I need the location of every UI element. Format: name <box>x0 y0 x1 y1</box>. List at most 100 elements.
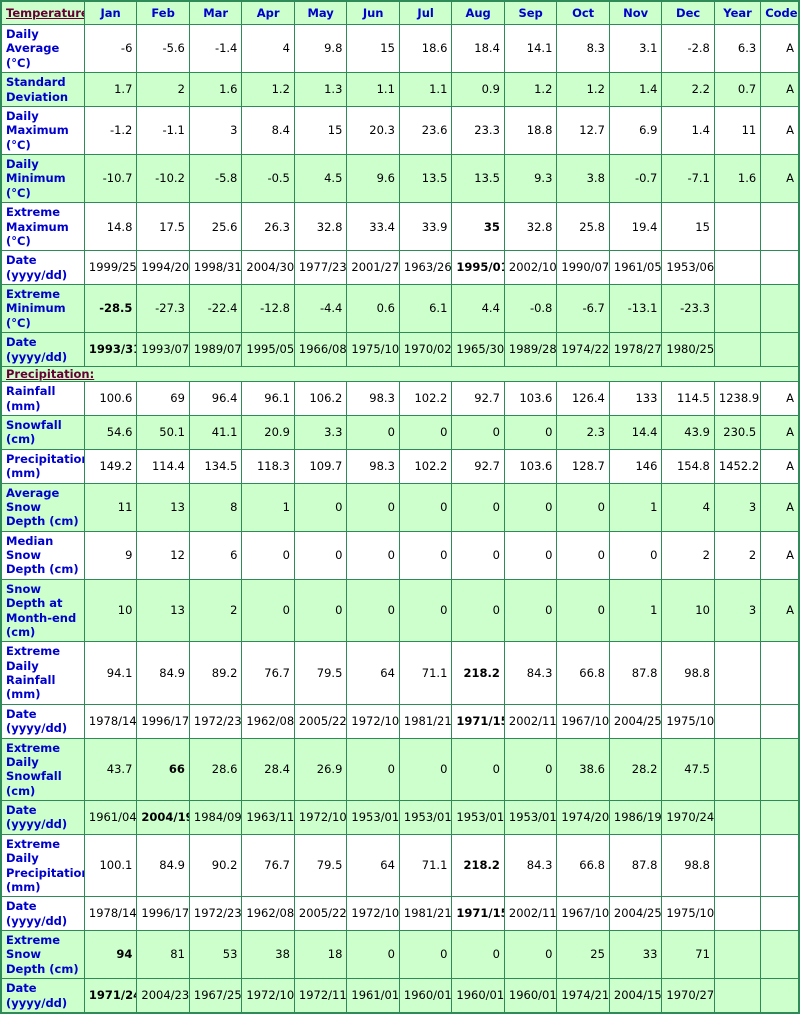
data-cell: 1963/11+ <box>241 800 295 835</box>
data-cell: 1994/20 <box>136 250 190 285</box>
data-cell: 2002/11 <box>503 703 558 739</box>
data-cell: 1.7 <box>83 72 138 107</box>
data-cell: -23.3 <box>661 283 715 334</box>
row-label: Extreme Daily Rainfall (mm) <box>0 641 85 705</box>
data-cell: -22.4 <box>188 283 243 334</box>
data-cell: 1.4 <box>661 105 715 156</box>
data-cell: 0 <box>293 482 348 532</box>
data-cell: 84.9 <box>136 641 190 705</box>
data-cell: 33 <box>608 929 663 980</box>
table-row: Extreme Snow Depth (cm) 94 81 53 38 18 0 0 0 0 25 3… <box>0 929 800 980</box>
data-cell-code <box>760 978 800 1014</box>
data-cell <box>713 641 762 705</box>
data-cell: 4.4 <box>451 283 505 334</box>
table-row: Extreme Daily Snowfall (cm) 43.7 66 28.6 28.… <box>0 737 800 801</box>
data-cell: 84.3 <box>503 641 558 705</box>
data-cell: -0.8 <box>503 283 558 334</box>
data-cell: 0.6 <box>346 283 400 334</box>
data-cell: 0 <box>293 530 348 580</box>
data-cell: 1996/17 <box>136 703 190 739</box>
data-cell: 28.6 <box>188 737 243 801</box>
data-cell: 1978/14 <box>83 703 138 739</box>
data-cell: 32.8 <box>503 202 558 252</box>
table-row: Extreme Daily Precipitation (mm) 100.1 84.… <box>0 833 800 898</box>
data-cell: 66 <box>136 737 190 801</box>
data-cell: 25.8 <box>556 202 610 252</box>
data-cell: 0 <box>293 578 348 643</box>
data-cell: 1.2 <box>241 72 295 107</box>
data-cell: 2004/25 <box>608 703 663 739</box>
data-cell: 0 <box>503 482 558 532</box>
data-cell-code: A <box>760 415 800 450</box>
data-cell: -10.2 <box>136 153 190 204</box>
data-cell-code <box>760 703 800 739</box>
data-cell: 11 <box>713 105 762 156</box>
data-cell: 1993/07 <box>136 332 190 367</box>
data-cell: -13.1 <box>608 283 663 334</box>
data-cell: 1972/23 <box>188 896 243 931</box>
data-cell: 1970/24 <box>661 800 715 835</box>
data-cell: 106.2 <box>293 381 348 416</box>
data-cell: 38.6 <box>556 737 610 801</box>
row-label: Standard Deviation <box>0 72 85 107</box>
data-cell: 9.3 <box>503 153 558 204</box>
data-cell: 64 <box>346 833 400 898</box>
data-cell: 0 <box>398 929 453 980</box>
data-cell: -1.1 <box>136 105 190 156</box>
data-cell: 1989/28 <box>503 332 558 367</box>
data-cell: 1960/01+ <box>503 978 558 1014</box>
data-cell: 1.1 <box>346 72 400 107</box>
data-cell: 13 <box>136 578 190 643</box>
data-cell: 17.5 <box>136 202 190 252</box>
data-cell-code <box>760 641 800 705</box>
table-row: Standard Deviation 1.7 2 1.6 1.2 1.3 1.1 1.1 0.9… <box>0 72 800 107</box>
table-row: Median Snow Depth (cm) 9 12 6 0 0 0 0 0 0 0 0 2 2 A <box>0 530 800 580</box>
data-cell-code: A <box>760 448 800 484</box>
data-cell-code <box>760 332 800 367</box>
data-cell-code: A <box>760 105 800 156</box>
table-row: Precipitation (mm) 149.2 114.4 134.5 118.3 10… <box>0 448 800 484</box>
data-cell: 1978/14 <box>83 896 138 931</box>
data-cell: 12 <box>136 530 190 580</box>
data-cell: 1962/08 <box>241 703 295 739</box>
data-cell: 2004/23 <box>136 978 190 1014</box>
data-cell: 1962/08 <box>241 896 295 931</box>
table-row: Snowfall (cm) 54.6 50.1 41.1 20.9 3.3 0 0 0 0 2.3 1… <box>0 415 800 450</box>
data-cell: 1.6 <box>713 153 762 204</box>
data-cell: 0 <box>346 482 400 532</box>
data-cell: 87.8 <box>608 833 663 898</box>
table-row: Snow Depth at Month-end (cm) 10 13 2 0 0 0 0 0 0 0… <box>0 578 800 643</box>
data-cell: 0 <box>346 578 400 643</box>
data-cell: 20.9 <box>241 415 295 450</box>
data-cell: 2002/10 <box>503 250 558 285</box>
column-header-apr: Apr <box>241 0 295 25</box>
table-row: Daily Maximum (°C) -1.2 -1.1 3 8.4 15 20.3 23.6… <box>0 105 800 156</box>
row-label: Daily Minimum (°C) <box>0 153 85 204</box>
data-cell: 1970/27 <box>661 978 715 1014</box>
data-cell: 1971/15 <box>451 896 505 931</box>
data-cell: 0 <box>503 578 558 643</box>
data-cell: 1.6 <box>188 72 243 107</box>
data-cell: 1 <box>608 482 663 532</box>
data-cell: 100.1 <box>83 833 138 898</box>
data-cell: -7.1 <box>661 153 715 204</box>
column-header-jan: Jan <box>83 0 138 25</box>
data-cell: 4 <box>241 23 295 74</box>
data-cell: 1960/01+ <box>398 978 453 1014</box>
data-cell: 1967/25+ <box>188 978 243 1014</box>
data-cell: 50.1 <box>136 415 190 450</box>
data-cell: 1452.2 <box>713 448 762 484</box>
data-cell: 1995/05 <box>241 332 295 367</box>
data-cell: 18.4 <box>451 23 505 74</box>
table-row: Date (yyyy/dd)1993/31+1993/071989/071995… <box>0 332 800 367</box>
data-cell: 1974/22 <box>556 332 610 367</box>
data-cell: 0 <box>346 530 400 580</box>
data-cell: 2002/11 <box>503 896 558 931</box>
data-cell: 0 <box>556 482 610 532</box>
data-cell: 1974/20 <box>556 800 610 835</box>
data-cell: -10.7 <box>83 153 138 204</box>
data-cell: 54.6 <box>83 415 138 450</box>
data-cell: 92.7 <box>451 381 505 416</box>
data-cell: 32.8 <box>293 202 348 252</box>
data-cell: 71 <box>661 929 715 980</box>
